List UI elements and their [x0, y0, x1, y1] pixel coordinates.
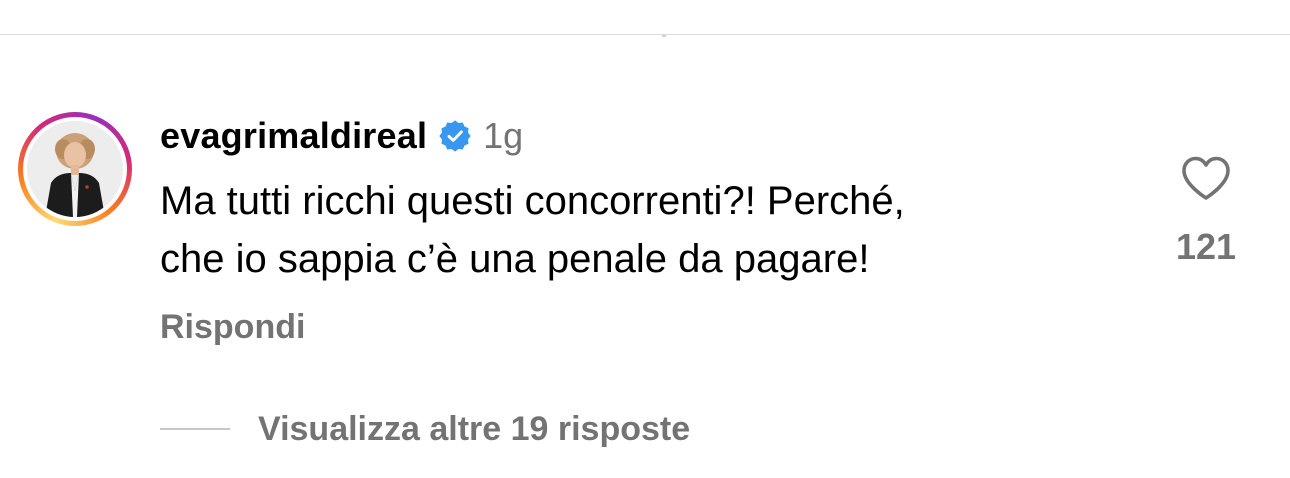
comment-text: Ma tutti ricchi questi concorrenti?! Per… [160, 179, 905, 281]
like-count: 121 [1175, 226, 1237, 267]
replies-divider-line [160, 428, 230, 430]
username-link[interactable]: evagrimaldireal [160, 115, 427, 157]
view-replies-button[interactable]: Visualizza altre 19 risposte [160, 404, 690, 454]
reply-button[interactable]: Rispondi [160, 308, 305, 347]
avatar-photo [27, 121, 123, 217]
like-area: 121 [1166, 150, 1246, 280]
comment-header: evagrimaldireal 1g [160, 112, 523, 160]
avatar-ring-gap [23, 117, 127, 221]
comment-item: evagrimaldireal 1g Ma tutti ricchi quest… [0, 0, 1290, 478]
avatar-story-ring[interactable] [18, 112, 132, 226]
view-replies-label: Visualizza altre 19 risposte [258, 409, 691, 448]
avatar[interactable] [27, 121, 123, 217]
heart-outline-icon[interactable] [1180, 154, 1232, 202]
comment-timestamp: 1g [483, 115, 524, 156]
verified-badge-icon [439, 120, 471, 152]
